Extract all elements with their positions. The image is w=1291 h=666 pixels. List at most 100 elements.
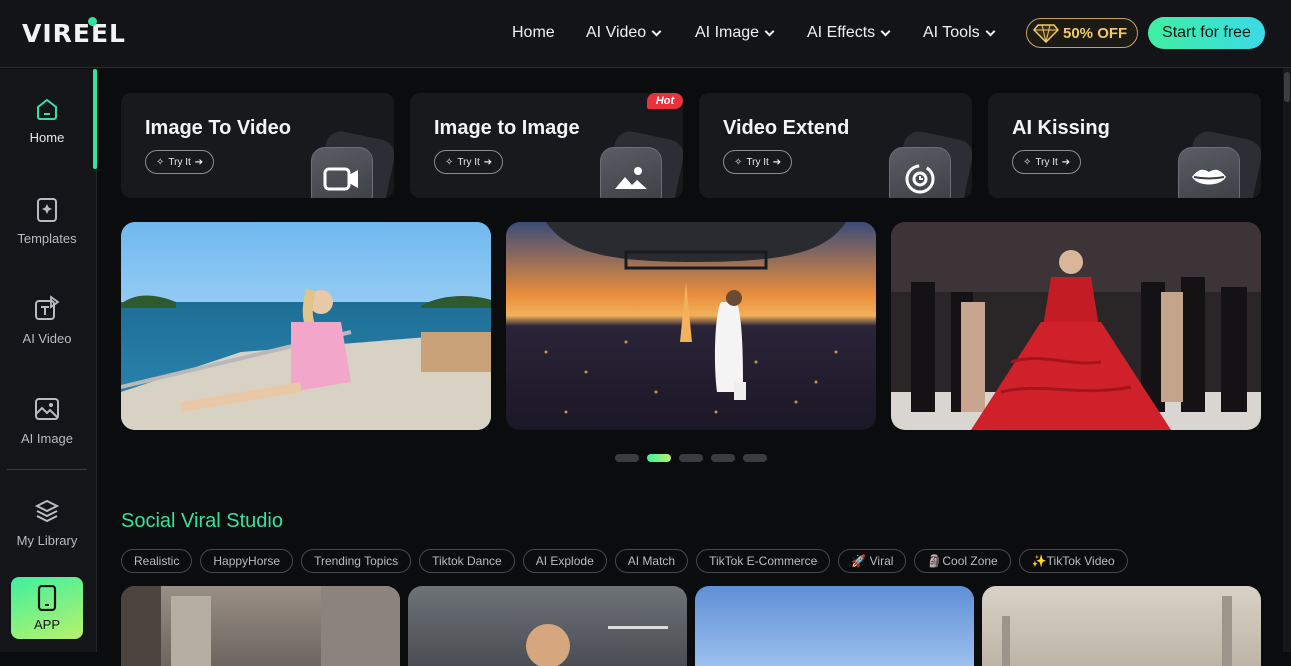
chip-tiktok-dance[interactable]: Tiktok Dance xyxy=(419,549,515,573)
carousel-slide-boat[interactable] xyxy=(121,222,491,430)
arrow-right-icon: ➔ xyxy=(194,156,204,168)
carousel-dot[interactable] xyxy=(743,454,767,462)
logo-text: VIREEL xyxy=(22,19,126,48)
carousel-slide-red-carpet[interactable] xyxy=(891,222,1261,430)
sidebar-item-ai-video[interactable]: AI Video xyxy=(0,275,94,365)
scrollbar-thumb[interactable] xyxy=(1284,72,1290,102)
layers-icon xyxy=(34,499,60,522)
nav-ai-tools-label: AI Tools xyxy=(923,24,980,41)
chip-ai-match[interactable]: AI Match xyxy=(614,549,689,573)
sparkle-icon: ✧ xyxy=(156,156,165,168)
sidebar-item-label: AI Video xyxy=(22,330,72,346)
carousel-slide-paris[interactable] xyxy=(506,222,876,430)
banner-image-boat xyxy=(121,222,491,430)
sidebar-item-templates[interactable]: Templates xyxy=(0,175,94,265)
sparkle-icon: ✧ xyxy=(445,156,454,168)
sidebar-item-label: Templates xyxy=(17,230,77,246)
tool-card-image-to-image[interactable]: Image to Image ✧ Try It ➔ xyxy=(410,93,683,198)
nav-ai-image[interactable]: AI Image xyxy=(695,22,775,44)
promo-badge[interactable]: 50% OFF xyxy=(1026,18,1138,48)
chip-realistic[interactable]: Realistic xyxy=(121,549,193,573)
nav-ai-tools[interactable]: AI Tools xyxy=(923,22,996,44)
try-it-button[interactable]: ✧ Try It ➔ xyxy=(1012,150,1082,174)
nav-ai-video[interactable]: AI Video xyxy=(586,22,662,44)
try-it-label: Try It xyxy=(1035,156,1058,168)
sparkle-icon: ✧ xyxy=(1023,156,1032,168)
templates-icon xyxy=(37,197,57,222)
try-it-label: Try It xyxy=(168,156,191,168)
banner-image-paris xyxy=(506,222,876,430)
promo-text: 50% OFF xyxy=(1063,24,1128,42)
sidebar-divider xyxy=(7,469,87,470)
try-it-button[interactable]: ✧ Try It ➔ xyxy=(723,150,793,174)
chip-tiktok-ecommerce[interactable]: TikTok E-Commerce xyxy=(696,549,831,573)
banner-image-red-carpet xyxy=(891,222,1261,430)
chevron-down-icon xyxy=(880,26,891,36)
sidebar-item-home[interactable]: Home xyxy=(0,75,94,165)
template-thumbnail[interactable] xyxy=(121,586,400,666)
home-icon xyxy=(37,98,57,120)
vireel-logo[interactable]: VIREEL xyxy=(22,17,126,48)
thumbnail-image xyxy=(121,586,400,666)
chevron-down-icon xyxy=(651,26,662,36)
logo-dot xyxy=(88,17,97,26)
chip-ai-explode[interactable]: AI Explode xyxy=(522,549,607,573)
thumbnail-image xyxy=(1002,596,1232,666)
carousel-dots xyxy=(615,454,767,462)
sidebar-item-label: Home xyxy=(29,129,65,145)
chevron-down-icon xyxy=(764,26,775,36)
carousel-dot[interactable] xyxy=(679,454,703,462)
try-it-button[interactable]: ✧ Try It ➔ xyxy=(145,150,215,174)
clock-extend-icon xyxy=(889,147,951,198)
tool-title: Video Extend xyxy=(723,117,850,139)
chip-trending-topics[interactable]: Trending Topics xyxy=(301,549,412,573)
carousel-dot-active[interactable] xyxy=(647,454,671,462)
phone-icon xyxy=(37,584,57,611)
app-label: APP xyxy=(33,616,60,632)
arrow-right-icon: ➔ xyxy=(1061,156,1071,168)
tool-card-image-to-video[interactable]: Image To Video ✧ Try It ➔ xyxy=(121,93,394,198)
arrow-right-icon: ➔ xyxy=(483,156,493,168)
picture-icon xyxy=(600,147,662,198)
hot-badge: Hot xyxy=(647,93,683,109)
nav-ai-image-label: AI Image xyxy=(695,24,760,41)
category-chips: Realistic HappyHorse Trending Topics Tik… xyxy=(121,549,1128,573)
tool-title: Image To Video xyxy=(145,117,291,139)
sidebar-item-label: My Library xyxy=(16,532,78,548)
chip-cool-zone[interactable]: 🗿Cool Zone xyxy=(914,549,1011,573)
arrow-right-icon: ➔ xyxy=(772,156,782,168)
template-thumbnail[interactable] xyxy=(695,586,974,666)
lips-icon xyxy=(1178,147,1240,198)
tool-title: Image to Image xyxy=(434,117,580,139)
nav-home-label: Home xyxy=(512,24,555,41)
sidebar: Home Templates AI Video AI Image My Libr… xyxy=(0,69,97,652)
chip-happyhorse[interactable]: HappyHorse xyxy=(200,549,294,573)
app-download-button[interactable]: APP xyxy=(11,577,83,639)
tool-card-ai-kissing[interactable]: AI Kissing ✧ Try It ➔ xyxy=(988,93,1261,198)
tool-card-video-extend[interactable]: Video Extend ✧ Try It ➔ xyxy=(699,93,972,198)
nav-ai-effects[interactable]: AI Effects xyxy=(807,22,891,44)
sparkle-icon: ✧ xyxy=(734,156,743,168)
template-thumbnail[interactable] xyxy=(982,586,1261,666)
chip-tiktok-video[interactable]: ✨TikTok Video xyxy=(1018,549,1128,573)
ai-image-icon xyxy=(35,397,59,420)
carousel-dot[interactable] xyxy=(615,454,639,462)
sidebar-item-my-library[interactable]: My Library xyxy=(0,477,94,567)
try-it-button[interactable]: ✧ Try It ➔ xyxy=(434,150,504,174)
start-for-free-button[interactable]: Start for free xyxy=(1148,17,1265,49)
tool-title: AI Kissing xyxy=(1012,117,1110,139)
try-it-label: Try It xyxy=(746,156,769,168)
section-title: Social Viral Studio xyxy=(121,510,283,532)
template-thumbnail[interactable] xyxy=(408,586,687,666)
nav-ai-video-label: AI Video xyxy=(586,24,647,41)
thumbnail-image xyxy=(526,624,668,666)
chevron-down-icon xyxy=(985,26,996,36)
try-it-label: Try It xyxy=(457,156,480,168)
chip-viral[interactable]: 🚀 Viral xyxy=(838,549,907,573)
page-scrollbar[interactable] xyxy=(1283,68,1291,652)
carousel-dot[interactable] xyxy=(711,454,735,462)
nav-home[interactable]: Home xyxy=(512,22,555,44)
diamond-icon xyxy=(1033,24,1059,43)
nav-ai-effects-label: AI Effects xyxy=(807,24,876,41)
sidebar-item-ai-image[interactable]: AI Image xyxy=(0,375,94,465)
